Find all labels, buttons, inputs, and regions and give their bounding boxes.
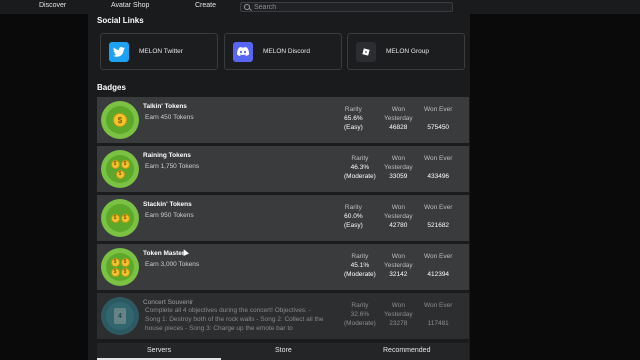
badge-image: $ $ $	[101, 150, 139, 188]
badge-won-yesterday: Won Yesterday 32142	[384, 253, 413, 278]
badge-name: Token Master	[143, 250, 185, 257]
badges-title: Badges	[97, 83, 126, 92]
twitter-icon	[109, 41, 129, 62]
badge-won-ever: Won Ever 521682	[424, 204, 453, 229]
tab-servers[interactable]: Servers	[147, 347, 171, 354]
badge-description: Earn 950 Tokens	[145, 212, 194, 219]
badge-won-ever: Won Ever 575450	[424, 106, 453, 131]
badge-description: Complete all 4 objectives during the con…	[145, 307, 324, 332]
social-link-label: MELON Twitter	[139, 48, 183, 55]
badge-name: Talkin' Tokens	[143, 103, 187, 110]
social-links-title: Social Links	[97, 16, 144, 25]
coin-icon: $	[120, 267, 130, 277]
badge-rarity: Rarity 45.1% (Moderate)	[344, 253, 376, 278]
coin-icon: $	[115, 169, 125, 179]
coin-icon: $	[110, 267, 120, 277]
search-input[interactable]	[254, 3, 434, 11]
social-link-discord[interactable]: MELON Discord	[224, 33, 342, 70]
coin-icon: $	[120, 257, 130, 267]
badge-rarity: Rarity 65.6% (Easy)	[344, 106, 363, 131]
badge-row[interactable]: $ $ Stackin' Tokens Earn 950 Tokens Rarit…	[97, 195, 469, 241]
badge-rarity: Rarity 32.6% (Moderate)	[344, 302, 376, 327]
search-icon	[244, 4, 250, 10]
coin-icon: $	[120, 159, 130, 169]
discord-icon	[233, 41, 253, 62]
nav-discover[interactable]: Discover	[39, 2, 66, 9]
badge-image: $ $ $ $	[101, 248, 139, 286]
social-link-group[interactable]: MELON Group	[347, 33, 465, 70]
left-gutter	[0, 0, 88, 360]
coin-icon: $	[110, 213, 120, 223]
badge-won-yesterday: Won Yesterday 42780	[384, 204, 413, 229]
social-link-twitter[interactable]: MELON Twitter	[100, 33, 218, 70]
badge-image: 4	[101, 297, 139, 335]
badge-image: $ $	[101, 199, 139, 237]
badge-row[interactable]: $ $ $ Raining Tokens Earn 1,750 Tokens Rar…	[97, 146, 469, 192]
badge-rarity: Rarity 60.0% (Easy)	[344, 204, 363, 229]
top-nav-bar: Discover Avatar Shop Create	[0, 0, 640, 14]
coin-icon: $	[113, 113, 127, 127]
social-link-label: MELON Group	[386, 48, 429, 55]
badge-description: Earn 3,000 Tokens	[145, 261, 200, 268]
badge-row[interactable]: $ Talkin' Tokens Earn 450 Tokens Rarity 6…	[97, 97, 469, 143]
tab-store[interactable]: Store	[275, 347, 292, 354]
badge-name: Raining Tokens	[143, 152, 191, 159]
right-gutter	[470, 0, 640, 360]
badge-row[interactable]: $ $ $ $ Token Master Earn 3,000 Tokens Rari…	[97, 244, 469, 290]
coin-icon: $	[110, 257, 120, 267]
badge-image: $	[101, 101, 139, 139]
badge-rarity: Rarity 46.3% (Moderate)	[344, 155, 376, 180]
coin-icon: $	[110, 159, 120, 169]
roblox-group-icon	[356, 41, 376, 62]
badge-won-ever: Won Ever 412394	[424, 253, 453, 278]
badge-name: Concert Souvenir	[143, 299, 194, 306]
nav-create[interactable]: Create	[195, 2, 216, 9]
badge-won-ever: Won Ever 433496	[424, 155, 453, 180]
badge-won-ever: Won Ever 117481	[424, 302, 453, 327]
badge-won-yesterday: Won Yesterday 46828	[384, 106, 413, 131]
badge-name: Stackin' Tokens	[143, 201, 192, 208]
badge-won-yesterday: Won Yesterday 23278	[384, 302, 413, 327]
bottom-tabs: Servers Store Recommended	[97, 343, 469, 360]
badge-row[interactable]: 4 Concert Souvenir Complete all 4 object…	[97, 293, 469, 339]
coin-icon: $	[120, 213, 130, 223]
badge-description: Earn 1,750 Tokens	[145, 163, 200, 170]
souvenir-ticket-icon: 4	[114, 308, 126, 324]
nav-avatar-shop[interactable]: Avatar Shop	[111, 2, 149, 9]
tab-recommended[interactable]: Recommended	[383, 347, 430, 354]
badge-won-yesterday: Won Yesterday 33059	[384, 155, 413, 180]
badge-description: Earn 450 Tokens	[145, 114, 194, 121]
social-link-label: MELON Discord	[263, 48, 310, 55]
search-box[interactable]	[240, 2, 453, 12]
